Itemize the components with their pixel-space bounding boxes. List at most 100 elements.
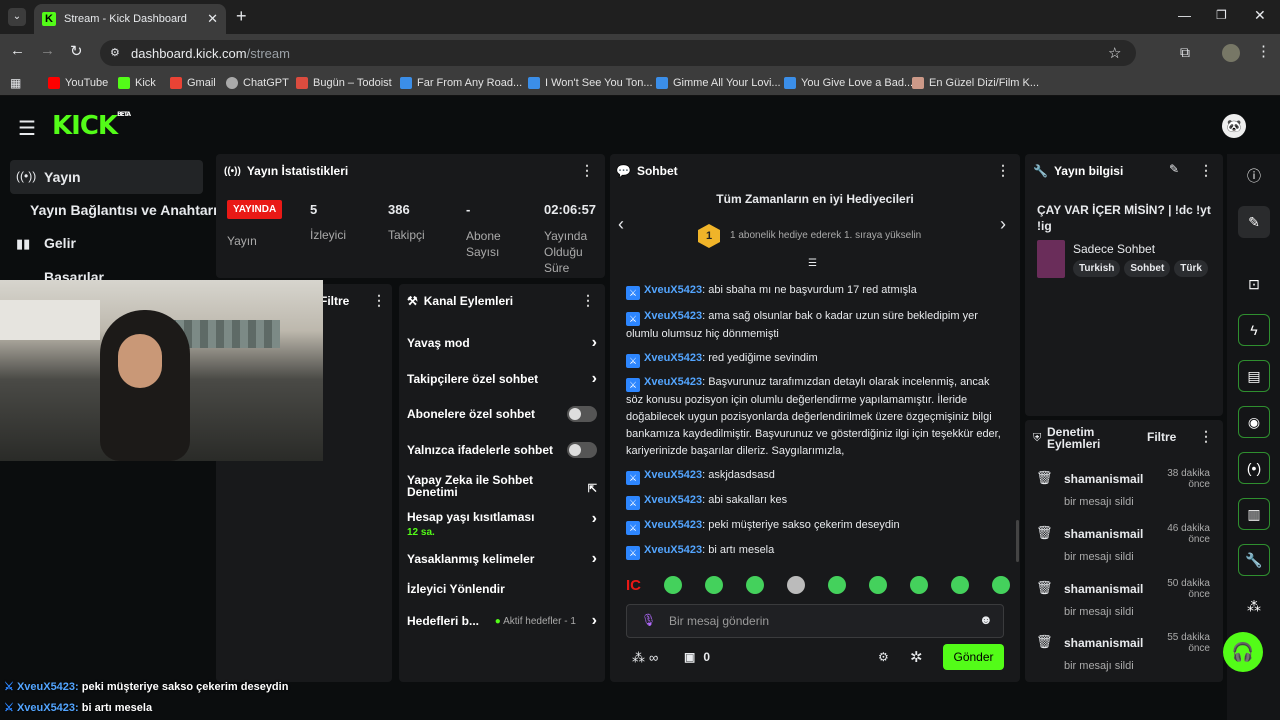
emote-icon[interactable] [992,576,1010,594]
info-icon[interactable]: ⓘ [1238,160,1270,192]
wrench-icon[interactable]: 🔧 [1238,544,1270,576]
more-options-icon[interactable]: ⋮ [1199,162,1213,179]
microphone-icon[interactable]: 🎙 [641,613,656,627]
raid-row[interactable]: İzleyici Yönlendir [407,582,597,596]
emote-icon[interactable] [746,576,764,594]
tab-search-icon[interactable]: ⌄ [8,8,26,26]
chevron-left-icon[interactable]: ‹ [618,214,624,235]
support-headset-icon[interactable]: 🎧 [1223,632,1263,672]
emote-icon[interactable] [787,576,805,594]
chevron-right-icon[interactable]: › [1000,214,1006,235]
bookmark-gmail[interactable]: Gmail [170,77,216,89]
bookmark-far-from-any-road[interactable]: Far From Any Road... [400,77,522,89]
bookmark-youtube[interactable]: YouTube [48,77,108,89]
kick-logo[interactable]: KICKBETA [52,111,131,141]
sidebar-item-revenue[interactable]: Gelir [44,235,76,251]
bookmark-en-guzel-dizi[interactable]: En Güzel Dizi/Film K... [912,77,1039,89]
extensions-icon[interactable]: ⧉ [1180,44,1190,61]
window-close-icon[interactable]: ✕ [1254,7,1266,24]
filter-button[interactable]: Filtre [1147,430,1176,444]
chat-username[interactable]: XveuX5423 [644,519,702,531]
chat-username[interactable]: XveuX5423 [644,544,702,556]
lightning-icon[interactable]: ϟ [1238,314,1270,346]
bookmark-kick[interactable]: Kick [118,77,156,89]
sidebar-item-stream[interactable]: ((•)) Yayın [10,160,203,194]
edit-layout-icon[interactable]: ✎ [1238,206,1270,238]
apps-grid-icon[interactable]: ▦ [10,76,21,90]
chests[interactable]: ▣ 0 [684,650,710,664]
send-button[interactable]: Gönder [943,644,1004,670]
emote-icon[interactable] [828,576,846,594]
close-tab-icon[interactable]: ✕ [207,11,218,27]
banned-words-row[interactable]: Yasaklanmış kelimeler › [407,550,597,568]
ic-emote-icon[interactable]: IC [626,577,641,594]
new-tab-icon[interactable]: + [236,6,247,27]
user-avatar[interactable]: 🐼 [1222,114,1246,138]
bookmark-you-give-love[interactable]: You Give Love a Bad... [784,77,913,89]
followers-only-row[interactable]: Takipçilere özel sohbet › [407,370,597,388]
bookmark-todoist[interactable]: Bugün – Todoist [296,77,392,89]
emoji-picker-icon[interactable]: ☻ [979,612,993,627]
chat-scrollbar[interactable] [1016,520,1019,562]
goals-row[interactable]: Hedefleri b... ● Aktif hedefler - 1 › [407,612,597,630]
emote-icon[interactable] [951,576,969,594]
more-options-icon[interactable]: ⋮ [580,162,594,179]
bookmark-star-icon[interactable]: ☆ [1108,44,1121,62]
ai-moderation-row[interactable]: Yapay Zeka ile Sohbet Denetimi ⇱ [407,474,597,498]
restore-icon[interactable]: ❐ [1216,8,1227,22]
mod-user[interactable]: shamanismail [1064,472,1143,486]
emote-icon[interactable] [910,576,928,594]
minimize-icon[interactable]: — [1178,8,1191,23]
account-age-row[interactable]: Hesap yaşı kısıtlaması 12 sa. › [407,510,597,538]
chat-username[interactable]: XveuX5423 [644,494,702,506]
chat-message: ⚔ XveuX5423: abi sbaha mı ne başvurdum 17… [626,282,1008,300]
channel-points[interactable]: ⁂ ∞ [632,650,658,666]
chat-username[interactable]: XveuX5423 [644,284,702,296]
browser-tab[interactable]: K Stream - Kick Dashboard ✕ [34,4,226,34]
more-options-icon[interactable]: ⋮ [581,292,595,309]
tag[interactable]: Sohbet [1124,260,1171,277]
reload-icon[interactable]: ↻ [70,42,83,60]
more-options-icon[interactable]: ⋮ [996,162,1010,179]
chat-input[interactable]: 🎙 Bir mesaj gönderin ☻ [626,604,1004,638]
chat-icon[interactable]: ◉ [1238,406,1270,438]
profile-avatar[interactable] [1222,44,1240,62]
hamburger-menu-icon[interactable]: ☰ [18,116,36,141]
collapse-icon[interactable]: ☰ [808,258,817,269]
browser-menu-icon[interactable]: ⋮ [1256,42,1271,60]
mod-user[interactable]: shamanismail [1064,582,1143,596]
more-options-icon[interactable]: ⋮ [1199,428,1213,445]
chat-username[interactable]: XveuX5423 [644,310,702,322]
layout-icon[interactable]: ▥ [1238,498,1270,530]
back-icon[interactable]: ← [10,42,25,59]
bookmark-gimme-all[interactable]: Gimme All Your Lovi... [656,77,781,89]
address-bar[interactable]: ⚙ dashboard.kick.com/stream ☆ [100,40,1136,66]
chat-username[interactable]: XveuX5423 [644,469,702,481]
puzzle-icon[interactable]: ✲ [910,648,923,666]
chat-username[interactable]: XveuX5423 [644,376,702,388]
chat-username[interactable]: XveuX5423 [644,352,702,364]
document-icon[interactable]: ▤ [1238,360,1270,392]
bookmark-chatgpt[interactable]: ChatGPT [226,77,289,89]
category-name[interactable]: Sadece Sohbet [1073,242,1155,256]
broadcast-icon[interactable]: (•) [1238,452,1270,484]
forward-icon[interactable]: → [40,42,55,59]
subscribers-only-toggle[interactable] [567,406,597,422]
emote-icon[interactable] [869,576,887,594]
bookmark-i-wont-see-you[interactable]: I Won't See You Ton... [528,77,653,89]
tag[interactable]: Türk [1174,260,1208,277]
edit-pencil-icon[interactable]: ✎ [1169,162,1179,176]
sidebar-item-stream-key[interactable]: Yayın Bağlantısı ve Anahtarı [30,202,217,218]
tag[interactable]: Turkish [1073,260,1121,277]
chat-settings-icon[interactable]: ⚙ [878,650,889,664]
points-icon[interactable]: ⁂ [1238,590,1270,622]
mod-user[interactable]: shamanismail [1064,527,1143,541]
emote-only-toggle[interactable] [567,442,597,458]
site-info-icon[interactable]: ⚙ [110,46,120,59]
emote-icon[interactable] [705,576,723,594]
screenshot-icon[interactable]: ⊡ [1238,268,1270,300]
mod-user[interactable]: shamanismail [1064,636,1143,650]
emote-icon[interactable] [664,576,682,594]
more-options-icon[interactable]: ⋮ [372,292,386,309]
slow-mode-row[interactable]: Yavaş mod › [407,334,597,352]
